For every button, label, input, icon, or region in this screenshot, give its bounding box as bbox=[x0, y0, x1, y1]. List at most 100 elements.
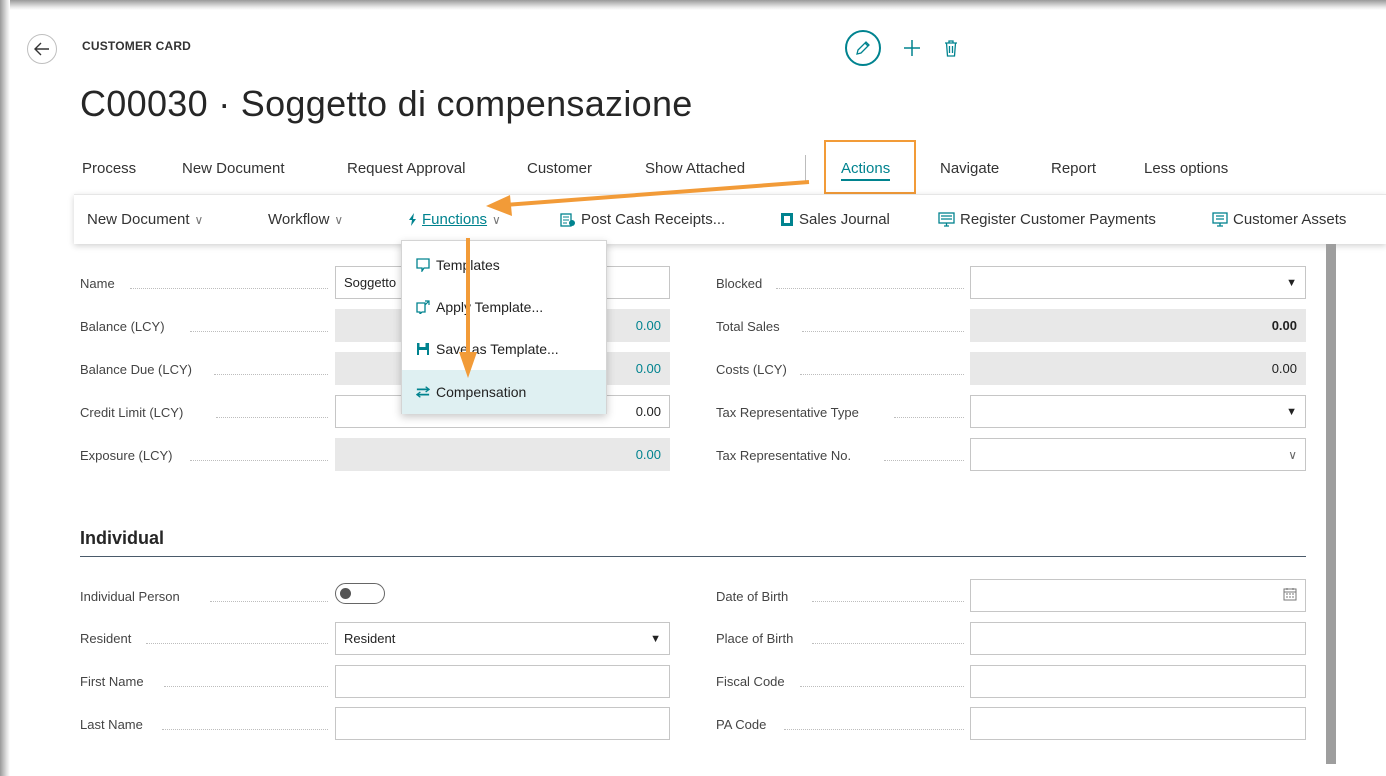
fiscal-code-field[interactable] bbox=[970, 665, 1306, 698]
dots bbox=[784, 729, 964, 730]
tax-rep-type-label: Tax Representative Type bbox=[716, 405, 859, 420]
page-caption: CUSTOMER CARD bbox=[82, 39, 192, 53]
journal-icon bbox=[781, 213, 793, 226]
dots bbox=[894, 417, 964, 418]
delete-button[interactable] bbox=[943, 39, 959, 57]
sub-functions-label: Functions bbox=[422, 211, 488, 228]
new-button[interactable] bbox=[903, 35, 921, 61]
actions-sub-bar: New Document ∨ Workflow ∨ Functions ∨ Po… bbox=[74, 194, 1386, 244]
action-navigate[interactable]: Navigate bbox=[940, 160, 999, 177]
dots bbox=[210, 601, 328, 602]
window-shadow-top bbox=[0, 0, 1386, 10]
back-arrow-icon bbox=[34, 42, 49, 56]
resident-label: Resident bbox=[80, 631, 132, 646]
action-process[interactable]: Process bbox=[82, 160, 136, 177]
section-individual-title[interactable]: Individual bbox=[80, 528, 164, 549]
blocked-label: Blocked bbox=[716, 276, 763, 291]
name-value: Soggetto bbox=[344, 275, 397, 290]
chevron-down-icon: ∨ bbox=[334, 212, 344, 227]
last-name-field[interactable] bbox=[335, 707, 670, 740]
total-sales-field: 0.00 bbox=[970, 309, 1306, 342]
tax-rep-no-lookup[interactable]: ∨ bbox=[970, 438, 1306, 471]
pob-field[interactable] bbox=[970, 622, 1306, 655]
last-name-label: Last Name bbox=[80, 717, 143, 732]
first-name-label: First Name bbox=[80, 674, 144, 689]
trash-icon bbox=[945, 39, 957, 57]
tax-rep-no-label: Tax Representative No. bbox=[716, 448, 852, 463]
dots bbox=[190, 460, 328, 461]
sub-customer-assets-label: Customer Assets bbox=[1233, 211, 1347, 228]
sub-customer-assets[interactable]: Customer Assets bbox=[1212, 211, 1346, 228]
assets-icon bbox=[1212, 211, 1228, 227]
sub-new-document-label: New Document bbox=[87, 211, 190, 228]
pa-code-label: PA Code bbox=[716, 717, 767, 732]
menu-item-compensation[interactable]: Compensation bbox=[402, 370, 606, 414]
sub-new-document[interactable]: New Document ∨ bbox=[87, 211, 203, 228]
sub-register-payments[interactable]: Register Customer Payments bbox=[938, 211, 1156, 228]
dob-label: Date of Birth bbox=[716, 589, 789, 604]
dots bbox=[162, 729, 328, 730]
pa-code-field[interactable] bbox=[970, 707, 1306, 740]
menu-item-templates[interactable]: Templates bbox=[402, 243, 606, 287]
actions-highlight-box bbox=[824, 140, 916, 194]
sub-workflow[interactable]: Workflow ∨ bbox=[268, 211, 343, 228]
action-show-attached[interactable]: Show Attached bbox=[645, 160, 745, 177]
sub-post-cash-receipts[interactable]: Post Cash Receipts... bbox=[560, 211, 725, 228]
dots bbox=[812, 643, 964, 644]
costs-value: 0.00 bbox=[1271, 361, 1297, 376]
total-sales-label: Total Sales bbox=[716, 319, 780, 334]
individual-person-label: Individual Person bbox=[80, 589, 180, 604]
action-customer[interactable]: Customer bbox=[527, 160, 592, 177]
first-name-field[interactable] bbox=[335, 665, 670, 698]
compensation-icon bbox=[416, 386, 430, 398]
functions-menu: Templates Apply Template... Save as Temp… bbox=[401, 240, 607, 414]
sub-functions[interactable]: Functions ∨ bbox=[408, 211, 501, 228]
menu-item-templates-label: Templates bbox=[436, 257, 500, 273]
dropdown-arrow-icon: ▼ bbox=[1286, 405, 1297, 418]
dots bbox=[190, 331, 328, 332]
menu-item-apply-template[interactable]: Apply Template... bbox=[402, 285, 606, 329]
menu-item-save-template[interactable]: Save as Template... bbox=[402, 327, 606, 371]
action-new-document[interactable]: New Document bbox=[182, 160, 285, 177]
chevron-down-icon: ∨ bbox=[492, 212, 501, 227]
credit-limit-value: 0.00 bbox=[635, 404, 661, 419]
back-button[interactable] bbox=[27, 34, 57, 64]
tax-rep-type-select[interactable]: ▼ bbox=[970, 395, 1306, 428]
dots bbox=[214, 374, 328, 375]
pob-label: Place of Birth bbox=[716, 631, 794, 646]
balance-value[interactable]: 0.00 bbox=[636, 318, 661, 333]
resident-select[interactable]: Resident ▼ bbox=[335, 622, 670, 655]
menu-item-save-template-label: Save as Template... bbox=[436, 341, 559, 357]
balance-label: Balance (LCY) bbox=[80, 319, 165, 334]
dots bbox=[216, 417, 328, 418]
exposure-label: Exposure (LCY) bbox=[80, 448, 173, 463]
page-title: C00030 · Soggetto di compensazione bbox=[80, 83, 693, 124]
edit-button[interactable] bbox=[845, 30, 881, 66]
menu-item-compensation-label: Compensation bbox=[436, 384, 527, 400]
templates-icon bbox=[416, 258, 430, 272]
calendar-icon[interactable] bbox=[1283, 587, 1297, 604]
plus-icon bbox=[904, 40, 920, 56]
action-request-approval[interactable]: Request Approval bbox=[347, 160, 465, 177]
dots bbox=[800, 686, 964, 687]
action-less-options[interactable]: Less options bbox=[1144, 160, 1228, 177]
dropdown-arrow-icon: ▼ bbox=[650, 632, 661, 645]
pencil-icon bbox=[856, 41, 870, 55]
sub-sales-journal-label: Sales Journal bbox=[799, 211, 890, 228]
window-shadow-left bbox=[0, 0, 10, 776]
sub-sales-journal[interactable]: Sales Journal bbox=[780, 211, 890, 228]
vertical-scrollbar[interactable] bbox=[1326, 244, 1336, 764]
exposure-value[interactable]: 0.00 bbox=[636, 447, 661, 462]
individual-person-toggle[interactable] bbox=[335, 583, 385, 604]
action-bar-divider bbox=[805, 155, 806, 181]
dots bbox=[776, 288, 964, 289]
menu-item-apply-template-label: Apply Template... bbox=[436, 299, 544, 315]
exposure-field[interactable]: 0.00 bbox=[335, 438, 670, 471]
chevron-down-icon[interactable]: ∨ bbox=[1288, 448, 1297, 462]
total-sales-value: 0.00 bbox=[1271, 318, 1297, 333]
lightning-icon bbox=[409, 213, 416, 226]
blocked-select[interactable]: ▼ bbox=[970, 266, 1306, 299]
dob-field[interactable] bbox=[970, 579, 1306, 612]
action-report[interactable]: Report bbox=[1051, 160, 1096, 177]
balance-due-value[interactable]: 0.00 bbox=[636, 361, 661, 376]
